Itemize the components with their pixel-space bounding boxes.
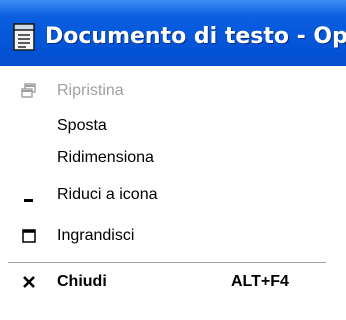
menu-separator (8, 262, 326, 264)
system-menu: Ripristina Sposta Ridimensiona Riduci a … (0, 66, 346, 320)
shortcut-label: ALT+F4 (231, 273, 289, 290)
menu-item-label: Sposta (57, 117, 107, 134)
close-icon (18, 271, 40, 293)
menu-item-minimize[interactable]: Riduci a icona (2, 180, 332, 210)
menu-item-move[interactable]: Sposta (2, 111, 332, 141)
menu-item-label: Ripristina (57, 82, 124, 99)
menu-item-label: Chiudi (57, 273, 107, 290)
maximize-icon (18, 225, 40, 247)
menu-item-label: Riduci a icona (57, 186, 158, 203)
restore-icon (18, 80, 40, 102)
minimize-icon (18, 184, 40, 206)
menu-item-size[interactable]: Ridimensiona (2, 143, 332, 173)
menu-item-close[interactable]: Chiudi ALT+F4 (2, 267, 332, 297)
menu-item-restore[interactable]: Ripristina (2, 76, 332, 106)
menu-item-label: Ridimensiona (57, 149, 154, 166)
menu-item-maximize[interactable]: Ingrandisci (2, 221, 332, 251)
notepad-icon[interactable] (10, 22, 38, 54)
menu-item-label: Ingrandisci (57, 227, 135, 244)
window-title: Documento di testo - Ope (45, 24, 346, 49)
